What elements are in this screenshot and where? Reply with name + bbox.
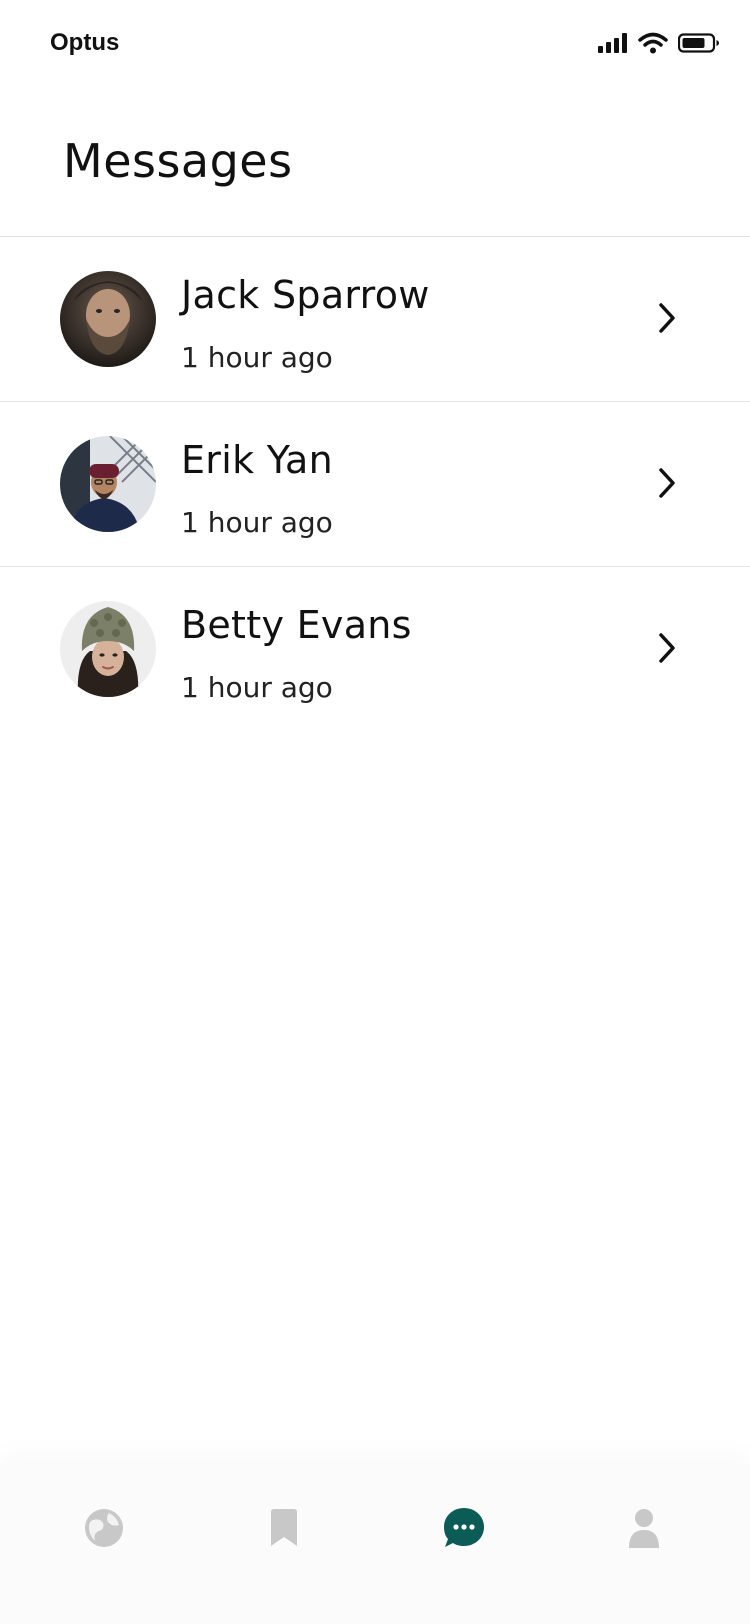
signal-icon	[598, 33, 628, 53]
contact-name: Erik Yan	[181, 438, 334, 482]
message-timestamp: 1 hour ago	[181, 341, 333, 374]
chevron-right-icon	[656, 631, 678, 665]
messages-icon	[442, 1506, 486, 1550]
message-timestamp: 1 hour ago	[181, 506, 333, 539]
carrier-name: Optus	[50, 29, 120, 56]
message-list: Jack Sparrow 1 hour ago Erik Yan 1 hour …	[0, 236, 750, 732]
message-timestamp: 1 hour ago	[181, 671, 333, 704]
chevron-right-icon	[656, 301, 678, 335]
wifi-icon	[638, 32, 668, 54]
nav-explore[interactable]	[74, 1498, 134, 1558]
avatar	[60, 436, 156, 532]
nav-messages[interactable]	[434, 1498, 494, 1558]
message-row-erik-yan[interactable]: Erik Yan 1 hour ago	[0, 402, 750, 567]
avatar	[60, 601, 156, 697]
message-row-jack-sparrow[interactable]: Jack Sparrow 1 hour ago	[0, 237, 750, 402]
nav-profile[interactable]	[614, 1498, 674, 1558]
nav-bookmarks[interactable]	[254, 1498, 314, 1558]
bottom-nav	[0, 1464, 750, 1624]
page-title: Messages	[63, 134, 293, 188]
chevron-right-icon	[656, 466, 678, 500]
contact-name: Betty Evans	[181, 603, 412, 647]
profile-icon	[627, 1508, 661, 1548]
contact-name: Jack Sparrow	[181, 273, 430, 317]
battery-icon	[678, 33, 720, 53]
message-row-betty-evans[interactable]: Betty Evans 1 hour ago	[0, 567, 750, 732]
avatar	[60, 271, 156, 367]
status-icons	[598, 32, 720, 54]
status-bar: Optus	[0, 0, 750, 90]
bookmark-icon	[268, 1508, 300, 1548]
explore-icon	[83, 1507, 125, 1549]
